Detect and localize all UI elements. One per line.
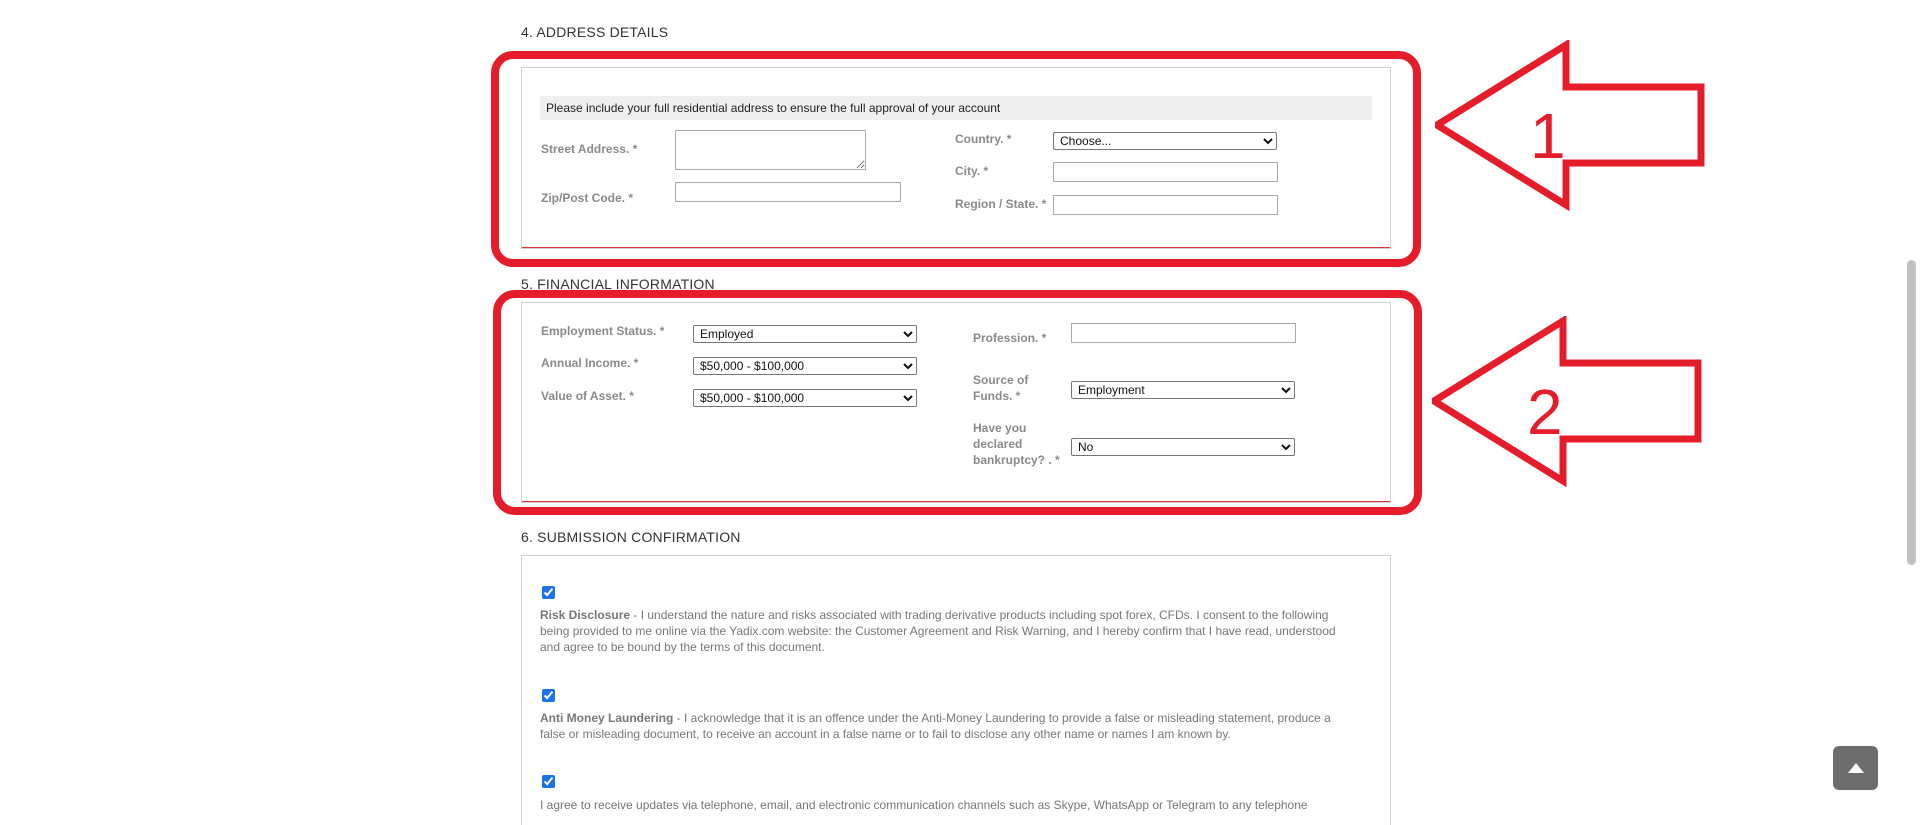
address-section-title: 4. ADDRESS DETAILS [521, 24, 669, 40]
arrow-1-number: 1 [1530, 100, 1566, 172]
annotation-arrow-2: 2 [1432, 316, 1702, 488]
bankruptcy-select[interactable]: No [1071, 438, 1295, 456]
city-input[interactable] [1053, 162, 1278, 182]
risk-disclosure-body: - I understand the nature and risks asso… [540, 608, 1336, 654]
panel-divider [522, 501, 1390, 502]
scrollbar-track[interactable] [1903, 0, 1920, 809]
aml-title: Anti Money Laundering [540, 711, 674, 725]
profession-input[interactable] [1071, 323, 1296, 343]
bankruptcy-label-line2: declared [973, 437, 1023, 451]
updates-text: I agree to receive updates via telephone… [540, 798, 1308, 812]
caret-up-icon [1847, 763, 1864, 773]
submission-panel: Risk Disclosure - I understand the natur… [521, 555, 1391, 825]
country-label: Country. * [955, 132, 1012, 146]
address-panel: Please include your full residential add… [521, 67, 1391, 249]
annual-income-select[interactable]: $50,000 - $100,000 [693, 357, 917, 375]
street-address-label: Street Address. * [541, 142, 638, 156]
address-notice: Please include your full residential add… [540, 96, 1372, 120]
scroll-to-top-button[interactable] [1833, 746, 1878, 790]
aml-text: Anti Money Laundering - I acknowledge th… [540, 710, 1352, 742]
zip-code-label: Zip/Post Code. * [541, 191, 634, 205]
bankruptcy-label-line1: Have you [973, 421, 1027, 435]
bankruptcy-label: Have you declared bankruptcy? . * [973, 420, 1060, 468]
financial-section-title: 5. FINANCIAL INFORMATION [521, 276, 715, 292]
annotation-arrow-1: 1 [1435, 40, 1705, 212]
street-address-input[interactable] [675, 130, 866, 170]
aml-checkbox[interactable] [542, 689, 555, 702]
risk-disclosure-text: Risk Disclosure - I understand the natur… [540, 607, 1352, 655]
value-of-asset-select[interactable]: $50,000 - $100,000 [693, 389, 917, 407]
employment-status-label: Employment Status. * [541, 324, 665, 338]
updates-checkbox[interactable] [542, 775, 555, 788]
source-of-funds-select[interactable]: Employment [1071, 381, 1295, 399]
city-label: City. * [955, 164, 989, 178]
submission-section-title: 6. SUBMISSION CONFIRMATION [521, 529, 741, 545]
source-label-line1: Source of [973, 373, 1029, 387]
financial-panel: Employment Status. * Employed Annual Inc… [521, 302, 1391, 503]
country-select[interactable]: Choose... [1053, 132, 1277, 150]
region-input[interactable] [1053, 195, 1278, 215]
employment-status-select[interactable]: Employed [693, 325, 917, 343]
risk-disclosure-checkbox[interactable] [542, 586, 555, 599]
value-of-asset-label: Value of Asset. * [541, 389, 634, 403]
scrollbar-thumb[interactable] [1907, 260, 1916, 565]
bankruptcy-label-line3: bankruptcy? . * [973, 453, 1060, 467]
panel-divider [522, 247, 1390, 248]
risk-disclosure-title: Risk Disclosure [540, 608, 631, 622]
annual-income-label: Annual Income. * [541, 356, 639, 370]
profession-label: Profession. * [973, 331, 1047, 345]
zip-code-input[interactable] [675, 182, 901, 202]
source-label-line2: Funds. * [973, 389, 1021, 403]
source-of-funds-label: Source of Funds. * [973, 372, 1028, 404]
arrow-2-number: 2 [1527, 376, 1563, 448]
region-label: Region / State. * [955, 197, 1047, 211]
